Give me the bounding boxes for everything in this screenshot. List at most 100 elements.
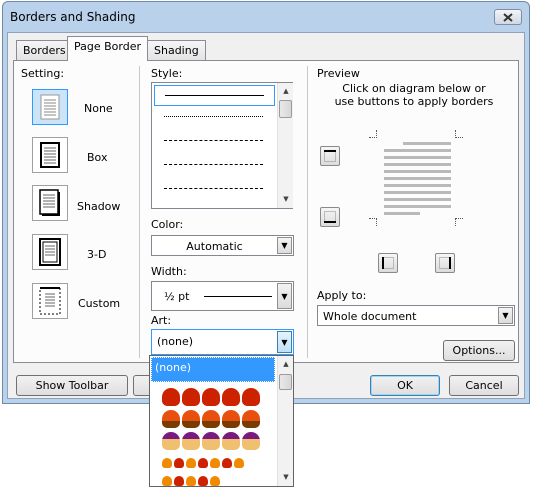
style-option-selected[interactable]: [154, 85, 275, 106]
candy-icon: [174, 458, 184, 468]
candy-icon: [198, 458, 208, 468]
preview-text-line: [384, 149, 451, 152]
corner-mark: [455, 130, 463, 138]
candy-icon: [174, 476, 184, 486]
long-dash-line-option[interactable]: [164, 164, 263, 165]
art-scrollbar[interactable]: ▲ ▼: [277, 356, 293, 486]
apply-to-combo[interactable]: Whole document ▼: [317, 305, 515, 326]
options-button[interactable]: Options...: [443, 340, 515, 361]
preview-text-line: [384, 163, 451, 166]
title-bar[interactable]: Borders and Shading: [3, 2, 529, 32]
chevron-down-icon[interactable]: ▼: [498, 307, 513, 324]
show-toolbar-button[interactable]: Show Toolbar: [16, 375, 128, 396]
page-none-icon: [40, 94, 60, 120]
setting-box-label[interactable]: Box: [87, 151, 107, 164]
scroll-up-icon[interactable]: ▲: [278, 83, 294, 99]
cake-icon: [162, 432, 180, 450]
apple-icon: [242, 388, 260, 406]
art-option-none[interactable]: (none): [151, 357, 275, 382]
dashed-line-option[interactable]: [164, 140, 263, 141]
art-row-cakes[interactable]: [150, 430, 277, 452]
setting-3d-box[interactable]: [32, 234, 68, 270]
style-list[interactable]: ▲ ▼: [151, 82, 293, 209]
chevron-down-icon[interactable]: ▼: [277, 237, 292, 254]
apple-icon: [202, 388, 220, 406]
color-label: Color:: [151, 218, 184, 231]
right-border-button[interactable]: [435, 253, 455, 273]
setting-custom-box[interactable]: [32, 283, 68, 319]
candy-icon: [162, 458, 172, 468]
art-row-candy[interactable]: [150, 452, 277, 474]
tab-page-border-label: Page Border: [74, 40, 142, 53]
ok-button[interactable]: OK: [370, 375, 440, 396]
chevron-down-icon[interactable]: ▼: [277, 331, 292, 353]
candy-icon: [198, 476, 208, 486]
cancel-button-label: Cancel: [465, 379, 503, 392]
corner-mark: [369, 130, 377, 138]
tab-shading[interactable]: Shading: [147, 40, 206, 60]
preview-text-line: [384, 156, 451, 159]
dash-dot-line-option[interactable]: [164, 188, 263, 189]
candy-icon: [210, 458, 220, 468]
tab-page-border[interactable]: Page Border: [67, 36, 149, 61]
art-combo[interactable]: (none) ▼: [151, 329, 294, 355]
art-dropdown-list[interactable]: (none) ▲ ▼: [149, 355, 294, 487]
style-label: Style:: [151, 67, 183, 80]
apply-to-label: Apply to:: [317, 289, 367, 302]
cake-icon: [182, 432, 200, 450]
border-bottom-icon: [324, 211, 336, 223]
cake-icon: [202, 432, 220, 450]
candy-icon: [162, 476, 172, 486]
width-combo[interactable]: ½ pt ▼: [151, 281, 294, 311]
top-border-button[interactable]: [320, 146, 340, 166]
cake-icon: [242, 432, 260, 450]
candy-icon: [210, 476, 220, 486]
art-row-trees[interactable]: [150, 408, 277, 430]
preview-text-line: [384, 198, 451, 201]
tree-icon: [162, 410, 180, 428]
dotted-line-option[interactable]: [164, 116, 263, 117]
scroll-down-icon[interactable]: ▼: [278, 469, 294, 485]
preview-text-line: [403, 142, 451, 145]
border-top-icon: [324, 150, 336, 162]
page-box-icon: [40, 142, 60, 168]
scroll-up-icon[interactable]: ▲: [278, 356, 294, 372]
setting-custom-label[interactable]: Custom: [78, 297, 120, 310]
tab-borders[interactable]: Borders: [16, 40, 73, 60]
art-row-apples[interactable]: [150, 386, 277, 408]
page-3d-icon: [39, 238, 61, 266]
setting-box-box[interactable]: [32, 137, 68, 173]
options-button-label: Options...: [452, 344, 506, 357]
setting-none-box[interactable]: [32, 89, 68, 125]
border-right-icon: [439, 257, 451, 269]
border-left-icon: [382, 257, 394, 269]
tree-icon: [182, 410, 200, 428]
tab-borders-label: Borders: [23, 44, 66, 57]
setting-label: Setting:: [21, 67, 65, 80]
left-border-button[interactable]: [378, 253, 398, 273]
tree-icon: [222, 410, 240, 428]
color-combo[interactable]: Automatic ▼: [151, 235, 294, 256]
scroll-thumb[interactable]: [279, 374, 292, 390]
preview-text-line: [384, 177, 451, 180]
corner-mark: [369, 218, 377, 226]
page-custom-icon: [39, 287, 61, 315]
cancel-button[interactable]: Cancel: [449, 375, 519, 396]
art-options-area[interactable]: [150, 386, 277, 488]
chevron-down-icon[interactable]: ▼: [277, 283, 292, 309]
scroll-thumb[interactable]: [279, 100, 292, 118]
style-scrollbar[interactable]: ▲ ▼: [277, 83, 293, 208]
art-row-candy-2[interactable]: [150, 474, 277, 488]
art-label: Art:: [151, 314, 172, 327]
preview-diagram[interactable]: [369, 130, 463, 226]
setting-shadow-box[interactable]: [32, 185, 68, 221]
preview-hint: Click on diagram below or use buttons to…: [334, 82, 494, 108]
close-button[interactable]: [494, 9, 522, 25]
bottom-border-button[interactable]: [320, 207, 340, 227]
color-value: Automatic: [186, 240, 243, 253]
setting-shadow-label[interactable]: Shadow: [77, 200, 120, 213]
cake-icon: [222, 432, 240, 450]
scroll-down-icon[interactable]: ▼: [278, 191, 294, 207]
setting-3d-label[interactable]: 3-D: [87, 248, 106, 261]
setting-none-label[interactable]: None: [84, 102, 113, 115]
